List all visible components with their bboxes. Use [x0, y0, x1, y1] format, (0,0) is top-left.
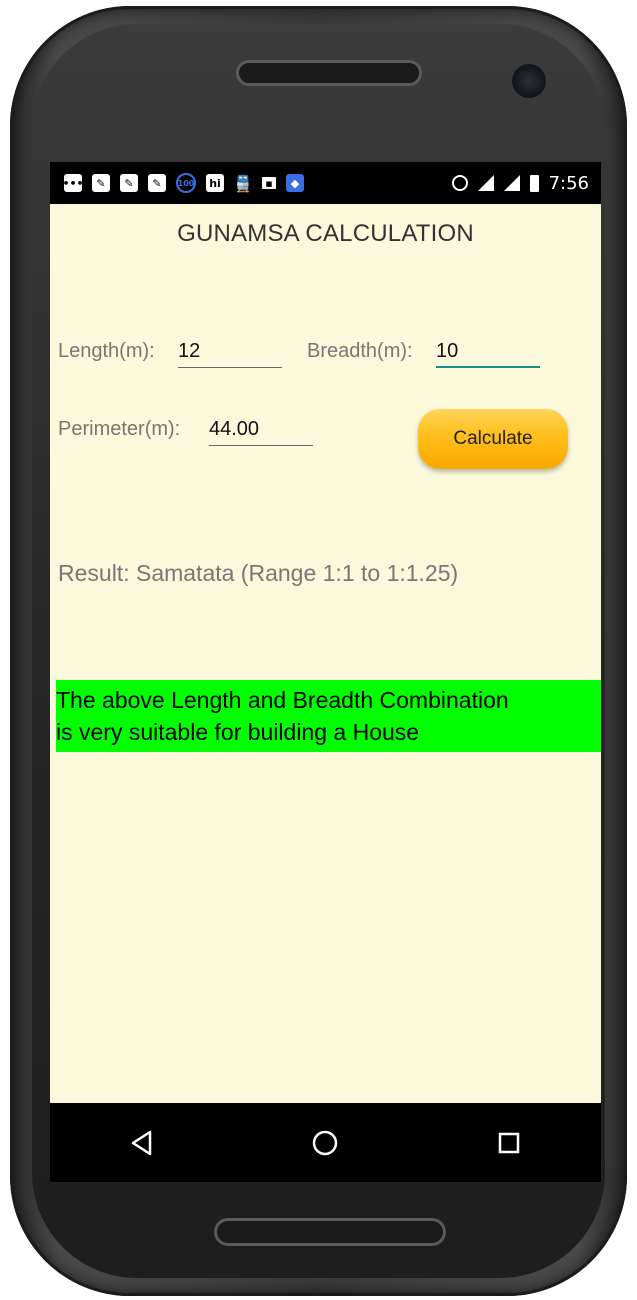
breadth-label: Breadth(m):	[307, 340, 413, 362]
status-time: 7:56	[548, 172, 589, 194]
breadth-input[interactable]: 10	[436, 340, 540, 368]
hi-icon: hi	[206, 174, 224, 192]
result-text: Result: Samatata (Range 1:1 to 1:1.25)	[58, 560, 459, 586]
bottom-speaker	[214, 1218, 446, 1246]
home-button[interactable]	[295, 1113, 355, 1173]
signal-icon	[503, 175, 520, 191]
image-icon: ▪	[262, 177, 276, 190]
recents-button[interactable]	[479, 1113, 539, 1173]
chat-icon: •••	[62, 174, 84, 192]
suitability-line-1: The above Length and Breadth Combination	[56, 687, 509, 713]
suitability-message: The above Length and Breadth Combination…	[56, 680, 601, 752]
app-icon: ✎	[120, 174, 138, 192]
navigation-bar	[50, 1103, 601, 1182]
length-label: Length(m):	[58, 340, 155, 362]
train-icon: 🚆	[233, 173, 253, 193]
recents-icon	[498, 1132, 520, 1153]
calculate-button[interactable]: Calculate	[418, 409, 568, 469]
app-icon: ✎	[148, 174, 166, 192]
back-icon	[131, 1130, 152, 1155]
perimeter-field: 44.00	[209, 418, 313, 446]
system-icons: 7:56	[451, 162, 589, 204]
suitability-line-2: is very suitable for building a House	[56, 719, 420, 745]
map-icon: ◆	[286, 174, 304, 192]
status-bar: ••• ✎ ✎ ✎ 100 hi 🚆 ▪ ◆ 7:56	[50, 162, 601, 204]
notification-icons: ••• ✎ ✎ ✎ 100 hi 🚆 ▪ ◆	[50, 173, 304, 193]
app-icon: ✎	[92, 174, 110, 192]
page-title: GUNAMSA CALCULATION	[177, 220, 474, 247]
signal-icon	[477, 175, 494, 191]
length-input[interactable]: 12	[178, 340, 282, 368]
speedometer-icon: 100	[176, 173, 196, 193]
earpiece-speaker	[236, 60, 422, 86]
home-icon	[313, 1130, 338, 1155]
perimeter-label: Perimeter(m):	[58, 418, 181, 440]
back-button[interactable]	[112, 1113, 172, 1173]
front-camera	[512, 64, 546, 98]
screen: ••• ✎ ✎ ✎ 100 hi 🚆 ▪ ◆ 7:56 GUNAMSA CALC…	[50, 162, 601, 1182]
battery-icon	[529, 174, 539, 192]
alarm-icon	[451, 175, 468, 191]
